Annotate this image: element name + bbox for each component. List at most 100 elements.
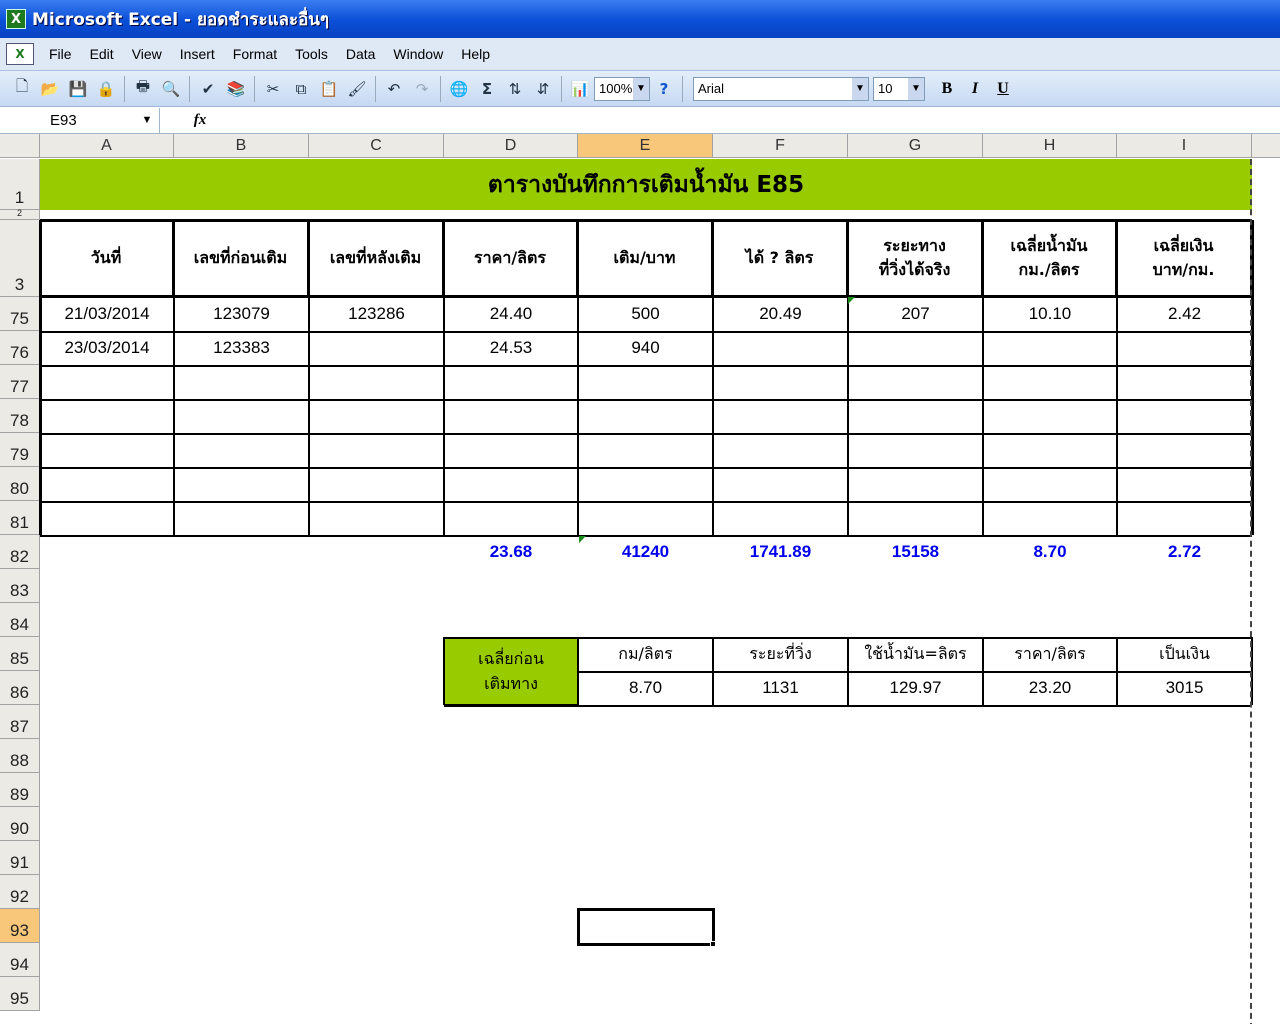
sheet-title[interactable]: ตารางบันทึกการเติมน้ำมัน E85 [40, 159, 1252, 210]
row-header-89[interactable]: 89 [0, 773, 40, 807]
row-header-86[interactable]: 86 [0, 671, 40, 705]
print-icon[interactable]: 🖶 [129, 75, 157, 103]
total-cell[interactable]: 23.68 [444, 535, 578, 569]
table-cell[interactable] [444, 433, 578, 467]
column-header-d[interactable]: D [444, 134, 578, 158]
menu-insert[interactable]: Insert [171, 38, 224, 71]
table-cell[interactable]: 20.49 [713, 297, 848, 331]
table-cell[interactable]: 207 [848, 297, 983, 331]
chevron-down-icon[interactable]: ▼ [908, 77, 924, 100]
column-header-g[interactable]: G [848, 134, 983, 158]
menu-data[interactable]: Data [337, 38, 385, 71]
total-cell[interactable]: 1741.89 [713, 535, 848, 569]
insert-function-icon[interactable]: fx [160, 112, 240, 129]
table-cell[interactable] [40, 399, 174, 433]
row-header-94[interactable]: 94 [0, 943, 40, 977]
format-painter-icon[interactable]: 🖌 [343, 75, 371, 103]
table-cell[interactable] [174, 365, 309, 399]
total-cell[interactable]: 2.72 [1117, 535, 1252, 569]
undo-icon[interactable]: ↶ [380, 75, 408, 103]
save-icon[interactable]: 💾 [64, 75, 92, 103]
table-cell[interactable] [1117, 433, 1252, 467]
table-cell[interactable] [1117, 467, 1252, 501]
print-preview-icon[interactable]: 🔍 [157, 75, 185, 103]
table-cell[interactable] [309, 331, 444, 365]
table-header-cell[interactable]: เฉลี่ยเงิน บาท/กม. [1117, 221, 1252, 295]
table-cell[interactable]: 500 [578, 297, 713, 331]
row-header-77[interactable]: 77 [0, 365, 40, 399]
table-cell[interactable] [578, 365, 713, 399]
row-header-85[interactable]: 85 [0, 637, 40, 671]
summary-header-cell[interactable]: ใช้น้ำมัน=ลิตร [848, 637, 983, 671]
column-header-c[interactable]: C [309, 134, 444, 158]
table-cell[interactable] [848, 399, 983, 433]
formula-input[interactable] [240, 108, 1280, 133]
autosum-icon[interactable]: Σ [473, 75, 501, 103]
total-cell[interactable]: 15158 [848, 535, 983, 569]
table-cell[interactable] [309, 365, 444, 399]
table-cell[interactable] [848, 467, 983, 501]
table-cell[interactable]: 2.42 [1117, 297, 1252, 331]
row-header-75[interactable]: 75 [0, 297, 40, 331]
row-header-3[interactable]: 3 [0, 220, 40, 297]
table-cell[interactable] [40, 501, 174, 535]
table-cell[interactable] [983, 331, 1117, 365]
permission-icon[interactable]: 🔒 [92, 75, 120, 103]
row-header-93[interactable]: 93 [0, 909, 40, 943]
table-cell[interactable] [1117, 365, 1252, 399]
select-all-corner[interactable] [0, 134, 40, 158]
summary-header-cell[interactable]: กม/ลิตร [578, 637, 713, 671]
menu-help[interactable]: Help [452, 38, 499, 71]
table-cell[interactable] [713, 331, 848, 365]
table-cell[interactable] [1117, 501, 1252, 535]
row-header-76[interactable]: 76 [0, 331, 40, 365]
menu-window[interactable]: Window [384, 38, 452, 71]
chart-wizard-icon[interactable]: 📊 [566, 75, 594, 103]
table-cell[interactable]: 24.53 [444, 331, 578, 365]
table-header-cell[interactable]: ระยะทาง ที่วิ่งได้จริง [848, 221, 983, 295]
menu-tools[interactable]: Tools [286, 38, 337, 71]
font-size-select[interactable]: 10 ▼ [873, 76, 925, 101]
row-header-87[interactable]: 87 [0, 705, 40, 739]
table-cell[interactable] [848, 501, 983, 535]
row-header-92[interactable]: 92 [0, 875, 40, 909]
table-cell[interactable]: 21/03/2014 [40, 297, 174, 331]
research-icon[interactable]: 📚 [222, 75, 250, 103]
table-header-cell[interactable]: เลขที่ก่อนเติม [174, 221, 309, 295]
table-cell[interactable] [1117, 399, 1252, 433]
summary-value-cell[interactable]: 1131 [713, 671, 848, 705]
column-header-f[interactable]: F [713, 134, 848, 158]
table-cell[interactable] [983, 365, 1117, 399]
sort-descending-icon[interactable]: ⇵ [529, 75, 557, 103]
help-icon[interactable]: ? [650, 75, 678, 103]
row-header-1[interactable]: 1 [0, 159, 40, 210]
table-cell[interactable] [848, 433, 983, 467]
column-header-a[interactable]: A [40, 134, 174, 158]
table-cell[interactable] [40, 467, 174, 501]
total-cell[interactable]: 8.70 [983, 535, 1117, 569]
table-cell[interactable]: 10.10 [983, 297, 1117, 331]
table-cell[interactable] [713, 365, 848, 399]
menu-view[interactable]: View [123, 38, 171, 71]
row-header-91[interactable]: 91 [0, 841, 40, 875]
column-header-b[interactable]: B [174, 134, 309, 158]
table-cell[interactable] [713, 501, 848, 535]
row-header-81[interactable]: 81 [0, 501, 40, 535]
table-header-cell[interactable]: ราคา/ลิตร [444, 221, 578, 295]
row-header-79[interactable]: 79 [0, 433, 40, 467]
sort-ascending-icon[interactable]: ⇅ [501, 75, 529, 103]
table-cell[interactable]: 940 [578, 331, 713, 365]
worksheet-grid[interactable]: ABCDEFGHI 1 2 3 75 76 77 78 79 80 81 82 83 84 85 86 87 8… [0, 134, 1280, 1024]
zoom-select[interactable]: 100% ▼ [594, 76, 650, 101]
row-header-83[interactable]: 83 [0, 569, 40, 603]
row-header-80[interactable]: 80 [0, 467, 40, 501]
column-header-e[interactable]: E [578, 134, 713, 158]
row-header-82[interactable]: 82 [0, 535, 40, 569]
table-cell[interactable] [444, 365, 578, 399]
underline-button[interactable]: U [989, 75, 1017, 103]
table-header-cell[interactable]: เฉลี่ยน้ำมัน กม./ลิตร [983, 221, 1117, 295]
font-select[interactable]: Arial ▼ [693, 76, 869, 101]
total-cell[interactable]: 41240 [578, 535, 713, 569]
row-header-78[interactable]: 78 [0, 399, 40, 433]
table-cell[interactable] [1117, 331, 1252, 365]
